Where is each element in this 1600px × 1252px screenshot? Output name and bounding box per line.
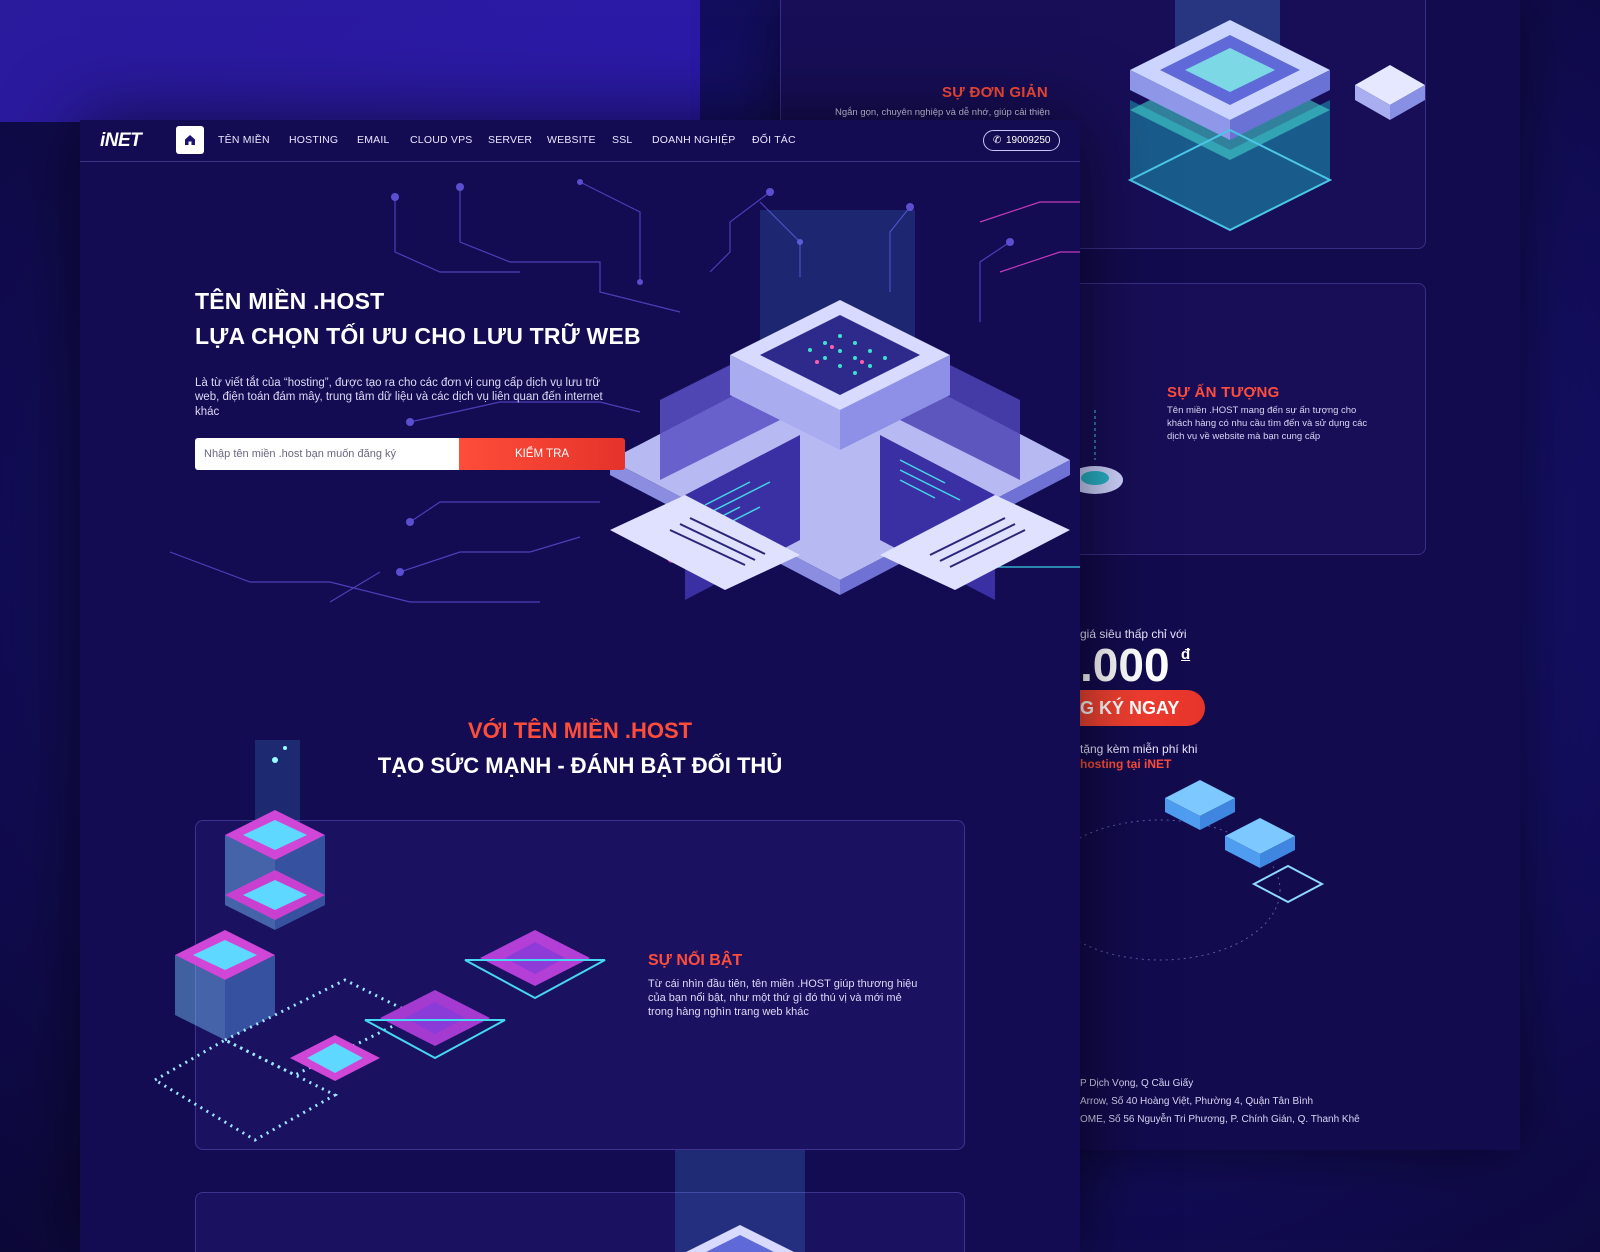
address-3: OME, Số 56 Nguyễn Tri Phương, P. Chính G… <box>1080 1114 1360 1125</box>
background-block <box>0 0 700 122</box>
check-domain-button[interactable]: KIỂM TRA <box>459 438 625 470</box>
hero-computer-illustration <box>610 210 1070 600</box>
phone-number: 19009250 <box>1006 135 1051 146</box>
price-value: .000 <box>1080 639 1170 691</box>
phone-icon: ✆ <box>993 135 1002 146</box>
feature-title-impressive: SỰ ẤN TƯỢNG <box>1167 384 1280 401</box>
nav-item-doi-tac[interactable]: ĐỐI TÁC <box>752 134 796 146</box>
isometric-blocks-illustration <box>152 740 606 1142</box>
gift-highlight: hosting tại iNET <box>1080 757 1172 771</box>
nav-item-website[interactable]: WEBSITE <box>547 134 596 146</box>
nav-item-email[interactable]: EMAIL <box>357 134 390 146</box>
domain-search-input[interactable] <box>195 438 459 470</box>
feature-title-simple: SỰ ĐƠN GIẢN <box>942 84 1049 101</box>
price-currency: đ <box>1181 646 1191 663</box>
inet-logo[interactable]: iNET <box>100 130 142 152</box>
home-icon <box>185 135 195 145</box>
nav-item-doanh-nghiep[interactable]: DOANH NGHIỆP <box>652 134 736 146</box>
nav-item-ssl[interactable]: SSL <box>612 134 632 146</box>
gift-text: tặng kèm miễn phí khi <box>1080 742 1198 756</box>
phone-button[interactable]: ✆ 19009250 <box>983 130 1060 151</box>
hero-description: Là từ viết tắt của “hosting”, được tạo r… <box>195 377 603 418</box>
feature-text-simple: Ngắn gọn, chuyên nghiệp và dễ nhớ, giúp … <box>835 107 1050 118</box>
bottom-partial-illustration <box>675 1150 805 1252</box>
address-1: P Dịch Vọng, Q Cầu Giấy <box>1080 1078 1194 1089</box>
feature-title-standout: SỰ NỔI BẬT <box>648 952 743 969</box>
feature-card-next <box>195 1192 965 1252</box>
home-button[interactable] <box>176 126 204 154</box>
landing-page: iNET TÊN MIỀN HOSTING EMAIL CLOUD VPS SE… <box>80 120 1080 1252</box>
feature-text-standout: Từ cái nhìn đầu tiên, tên miền .HOST giú… <box>648 978 918 1018</box>
server-stack-illustration <box>1127 0 1425 232</box>
hero-title-line2: LỰA CHỌN TỐI ƯU CHO LƯU TRỮ WEB <box>195 323 641 349</box>
nav-item-cloud-vps[interactable]: CLOUD VPS <box>410 134 472 146</box>
nav-item-server[interactable]: SERVER <box>488 134 532 146</box>
hero-title-line1: TÊN MIỀN .HOST <box>195 288 385 314</box>
feature-text-impressive: Tên miền .HOST mang đến sự ấn tượng cho … <box>1167 405 1368 442</box>
nav-item-hosting[interactable]: HOSTING <box>289 134 338 146</box>
nav-item-ten-mien[interactable]: TÊN MIỀN <box>218 134 270 146</box>
floating-blocks-illustration <box>1039 780 1325 961</box>
address-2: Arrow, Số 40 Hoàng Việt, Phường 4, Quận … <box>1080 1096 1314 1107</box>
top-navigation: iNET TÊN MIỀN HOSTING EMAIL CLOUD VPS SE… <box>80 120 1080 162</box>
